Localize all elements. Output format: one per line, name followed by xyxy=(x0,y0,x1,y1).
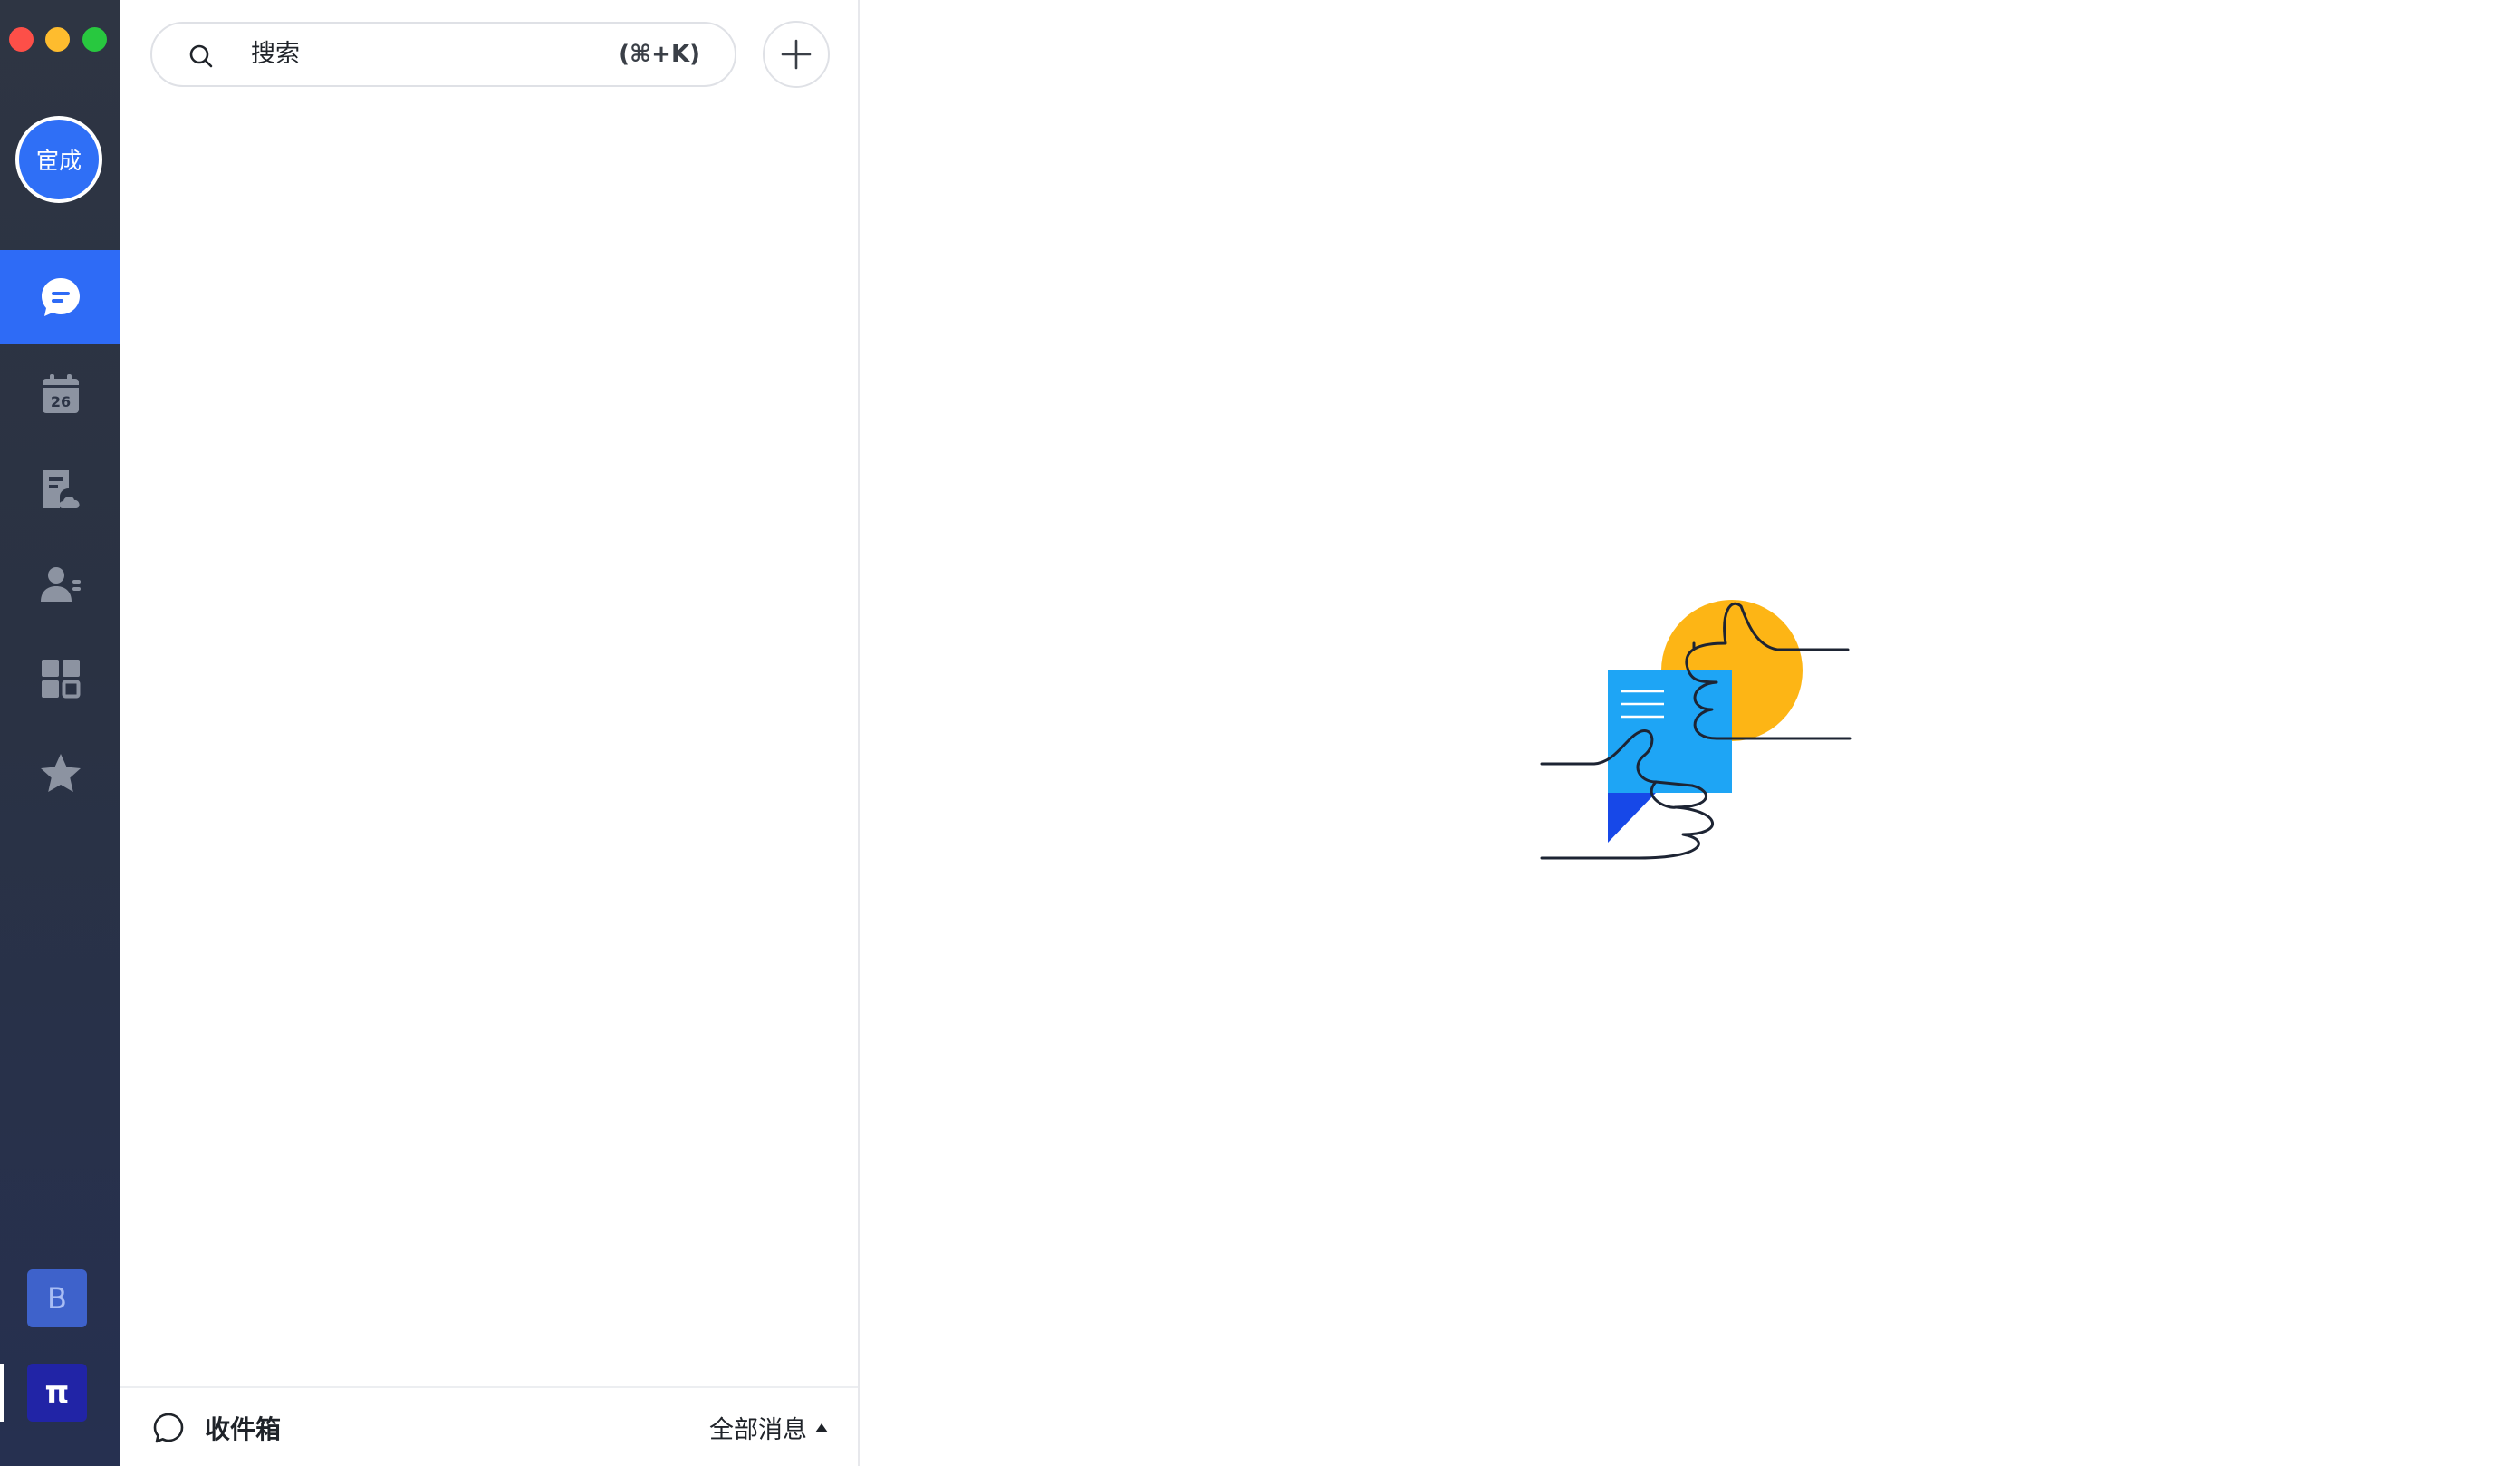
message-filter-dropdown[interactable]: 全部消息 xyxy=(709,1410,829,1445)
workspace-b[interactable]: B xyxy=(27,1269,87,1327)
nav-calendar[interactable]: 26 xyxy=(0,347,120,441)
cloud-document-icon xyxy=(43,470,80,508)
inbox-label[interactable]: 收件箱 xyxy=(205,1410,281,1446)
plus-icon xyxy=(781,39,812,70)
nav-favorites[interactable] xyxy=(0,727,120,821)
search-shortcut-hint: (⌘+K) xyxy=(619,41,700,68)
nav-contacts[interactable] xyxy=(0,537,120,632)
user-avatar-text: 宦成 xyxy=(35,148,82,174)
message-filter-label: 全部消息 xyxy=(709,1416,807,1444)
nav-workplace[interactable] xyxy=(0,632,120,726)
workspace-pi-label: π xyxy=(44,1374,70,1411)
chat-bubble-icon xyxy=(41,278,80,316)
list-footer: 收件箱 全部消息 xyxy=(120,1386,858,1466)
empty-state-illustration xyxy=(1540,600,1852,860)
star-icon xyxy=(40,754,81,792)
calendar-icon: 26 xyxy=(42,374,79,413)
workspace-pi[interactable]: π xyxy=(27,1364,87,1422)
search-icon xyxy=(189,44,213,68)
search-input[interactable]: 搜索 (⌘+K) xyxy=(150,22,736,87)
active-workspace-marker xyxy=(0,1364,4,1422)
nav-docs[interactable] xyxy=(0,442,120,536)
contacts-icon xyxy=(40,567,81,602)
caret-up-icon xyxy=(815,1423,828,1432)
chat-outline-icon xyxy=(153,1413,184,1443)
workplace-grid-icon xyxy=(41,660,80,699)
search-placeholder: 搜索 xyxy=(251,40,300,68)
calendar-date-text: 26 xyxy=(50,393,70,410)
app-sidebar: 宦成 26 B π xyxy=(0,0,120,1466)
user-avatar[interactable]: 宦成 xyxy=(15,116,102,203)
create-button[interactable] xyxy=(763,21,830,88)
nav-messages[interactable] xyxy=(0,250,120,344)
workspace-b-label: B xyxy=(47,1281,67,1316)
window-minimize-button[interactable] xyxy=(45,27,70,52)
window-close-button[interactable] xyxy=(9,27,34,52)
conversation-list-pane: 搜索 (⌘+K) 收件箱 全部消息 xyxy=(120,0,860,1466)
window-maximize-button[interactable] xyxy=(82,27,107,52)
